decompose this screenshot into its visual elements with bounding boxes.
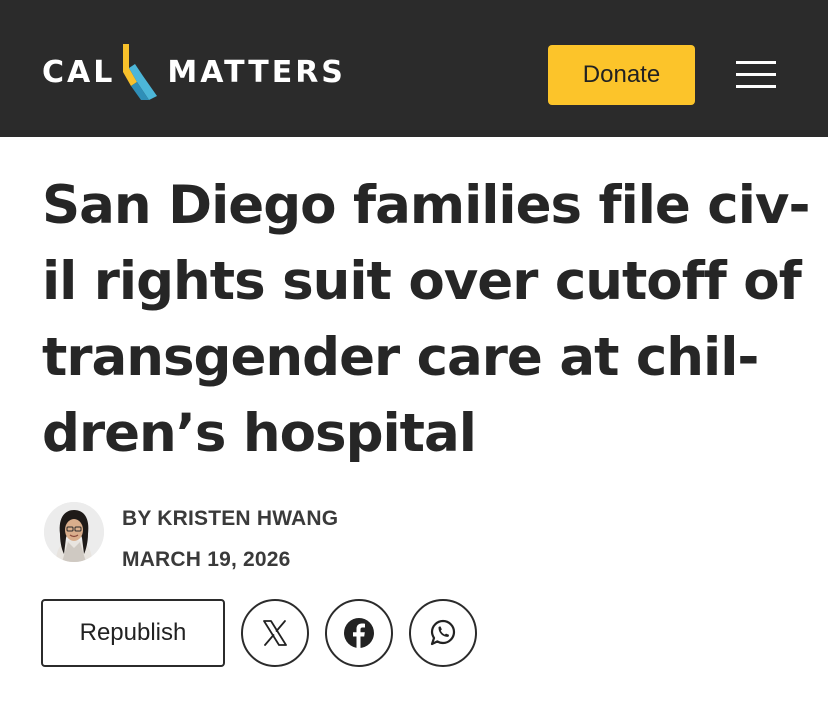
- menu-bar: [736, 60, 776, 64]
- hamburger-menu-icon[interactable]: [736, 60, 776, 88]
- article-headline: San Diego families file civ- il rights s…: [42, 168, 810, 472]
- calmatters-logo[interactable]: CAL MATTERS: [42, 42, 346, 102]
- california-logo-icon: [123, 44, 158, 100]
- headline-line: dren’s hospital: [42, 403, 477, 464]
- logo-text-matters: MATTERS: [167, 54, 346, 90]
- share-x-button[interactable]: [241, 599, 309, 667]
- whatsapp-icon: [430, 619, 456, 646]
- donate-button[interactable]: Donate: [548, 45, 695, 105]
- author-byline[interactable]: BY KRISTEN HWANG: [122, 507, 338, 531]
- headline-line: transgender care at chil-: [42, 327, 759, 388]
- site-header: CAL MATTERS Donate: [0, 0, 828, 137]
- x-icon: [263, 620, 287, 646]
- logo-text-cal: CAL: [42, 54, 116, 90]
- author-photo-icon: [44, 502, 104, 562]
- share-whatsapp-button[interactable]: [409, 599, 477, 667]
- share-facebook-button[interactable]: [325, 599, 393, 667]
- facebook-icon: [344, 618, 374, 648]
- publish-date: MARCH 19, 2026: [122, 548, 291, 571]
- menu-bar: [736, 72, 776, 76]
- headline-line: il rights suit over cutoff of: [42, 251, 802, 312]
- menu-bar: [736, 84, 776, 88]
- republish-button[interactable]: Republish: [41, 599, 225, 667]
- author-avatar[interactable]: [44, 502, 104, 562]
- headline-line: San Diego families file civ-: [42, 175, 810, 236]
